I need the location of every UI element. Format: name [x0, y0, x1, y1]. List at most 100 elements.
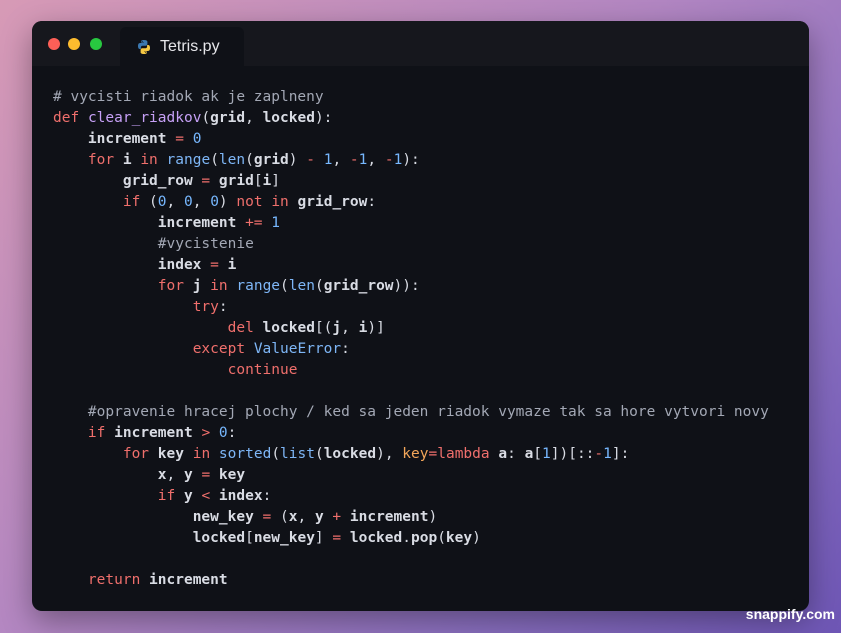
- code-token: locked: [262, 320, 315, 336]
- code-token: -: [384, 152, 394, 168]
- code-line: for key in sorted(list(locked), key=lamb…: [53, 444, 769, 465]
- code-line: increment += 1: [53, 213, 769, 234]
- code-token: :: [507, 446, 525, 462]
- code-token: (: [271, 509, 289, 525]
- code-token: if: [87, 425, 106, 441]
- code-token: key: [445, 530, 473, 546]
- code-token: ,: [192, 194, 211, 210]
- code-area[interactable]: # vycisti riadok ak je zaplneny def clear…: [53, 87, 769, 591]
- code-token: if: [122, 194, 141, 210]
- code-token: -: [594, 446, 604, 462]
- code-token: -: [306, 152, 315, 168]
- code-token: range: [236, 278, 281, 294]
- code-token: =: [175, 131, 184, 147]
- python-icon: [136, 39, 152, 55]
- code-token: ,: [332, 152, 350, 168]
- code-token: ]:: [611, 446, 630, 462]
- code-token: ): [472, 530, 481, 546]
- code-token: 1: [271, 215, 281, 231]
- code-token: 0: [157, 194, 167, 210]
- code-token: locked: [262, 110, 315, 126]
- code-token: locked: [323, 446, 377, 462]
- code-token: [: [253, 173, 263, 189]
- code-line: if y < index:: [53, 486, 769, 507]
- code-token: grid: [253, 152, 289, 168]
- code-token: y: [314, 509, 324, 525]
- code-token: except: [192, 341, 246, 357]
- code-token: )):: [393, 278, 420, 294]
- code-line: x, y = key: [53, 465, 769, 486]
- code-token: ])[::: [550, 446, 595, 462]
- code-line: locked[new_key] = locked.pop(key): [53, 528, 769, 549]
- code-token: :: [341, 341, 350, 357]
- code-token: in: [140, 152, 158, 168]
- code-line: continue: [53, 360, 769, 381]
- code-line: new_key = (x, y + increment): [53, 507, 769, 528]
- close-window-button[interactable]: [48, 38, 60, 50]
- code-token: ):: [314, 110, 333, 126]
- minimize-window-button[interactable]: [68, 38, 80, 50]
- code-token: (: [271, 446, 281, 462]
- code-token: ,: [341, 320, 359, 336]
- code-line: grid_row = grid[i]: [53, 171, 769, 192]
- code-token: range: [166, 152, 211, 168]
- code-token: <: [201, 488, 211, 504]
- code-token: key: [218, 467, 246, 483]
- code-token: #opravenie hracej plochy / ked sa jeden …: [87, 404, 769, 420]
- code-token: lambda: [437, 446, 490, 462]
- code-token: =: [428, 446, 438, 462]
- code-token: ): [428, 509, 438, 525]
- code-token: in: [192, 446, 211, 462]
- code-token: 1: [542, 446, 551, 462]
- code-token: i: [262, 173, 272, 189]
- code-token: if: [157, 488, 176, 504]
- code-token: in: [210, 278, 228, 294]
- code-token: grid: [218, 173, 254, 189]
- code-token: ,: [245, 110, 263, 126]
- code-token: ): [218, 194, 237, 210]
- code-token: increment: [114, 425, 193, 441]
- file-tab-label: Tetris.py: [160, 37, 220, 55]
- code-token: ValueError: [253, 341, 342, 357]
- code-line: if (0, 0, 0) not in grid_row:: [53, 192, 769, 213]
- code-token: len: [218, 152, 246, 168]
- code-token: :: [218, 299, 228, 315]
- code-token: grid_row: [297, 194, 368, 210]
- code-token: locked: [192, 530, 246, 546]
- code-token: >: [201, 425, 211, 441]
- code-token: locked: [349, 530, 403, 546]
- file-tab[interactable]: Tetris.py: [120, 27, 244, 66]
- code-token: y: [183, 488, 193, 504]
- code-token: for: [122, 446, 150, 462]
- code-token: # vycisti riadok ak je zaplneny: [53, 89, 324, 105]
- code-line: return increment: [53, 570, 769, 591]
- code-token: (: [314, 278, 324, 294]
- code-token: (: [437, 530, 446, 546]
- code-token: a: [524, 446, 534, 462]
- maximize-window-button[interactable]: [90, 38, 102, 50]
- code-token: (: [280, 278, 289, 294]
- code-token: clear_riadkov: [87, 110, 202, 126]
- editor-window: Tetris.py # vycisti riadok ak je zaplnen…: [32, 21, 809, 611]
